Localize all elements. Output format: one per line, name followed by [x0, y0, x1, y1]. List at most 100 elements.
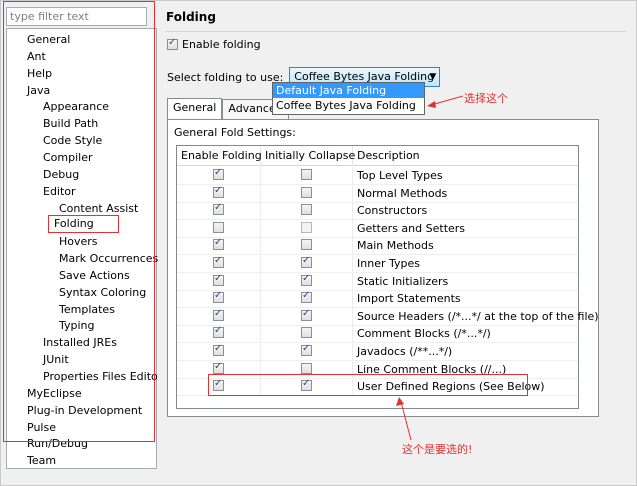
tree-item-properties-files-edito[interactable]: Properties Files Edito — [43, 368, 158, 385]
table-row[interactable]: Comment Blocks (/*...*/) — [177, 325, 578, 343]
preferences-tree: General Ant Help Java Appearance Build Path Co… — [6, 28, 158, 469]
table-row[interactable]: Top Level Types — [177, 167, 578, 184]
table-row[interactable]: Normal Methods — [177, 184, 578, 202]
table-header: Enable Folding Initially Collapse Descri… — [177, 146, 578, 166]
tree-item-editor[interactable]: Editor — [43, 183, 76, 200]
table-row[interactable]: Getters and Setters — [177, 219, 578, 237]
initially-collapse-checkbox[interactable] — [301, 204, 312, 216]
collapse-cell — [261, 325, 353, 343]
tree-item-syntax-coloring[interactable]: Syntax Coloring — [59, 284, 146, 301]
collapse-cell — [261, 272, 353, 290]
table-row[interactable]: Constructors — [177, 202, 578, 220]
table-row[interactable]: Main Methods — [177, 237, 578, 255]
table-row[interactable]: Import Statements — [177, 290, 578, 308]
initially-collapse-checkbox[interactable] — [301, 186, 312, 198]
enable-folding-checkbox[interactable] — [167, 37, 178, 50]
general-settings-label: General Fold Settings: — [174, 126, 296, 139]
enable-folding-checkbox[interactable] — [213, 202, 224, 216]
table-row[interactable]: Static Initializers — [177, 272, 578, 290]
initially-collapse-checkbox[interactable] — [301, 239, 312, 251]
enable-folding-row[interactable]: Enable folding — [167, 37, 261, 51]
enable-folding-label: Enable folding — [182, 38, 261, 51]
tree-item-team[interactable]: Team — [27, 452, 56, 469]
enable-folding-checkbox[interactable] — [213, 221, 224, 233]
tree-item-mark-occurrences[interactable]: Mark Occurrences — [59, 250, 158, 267]
tree-item-myeclipse[interactable]: MyEclipse — [27, 385, 82, 402]
enable-folding-checkbox[interactable] — [213, 255, 224, 268]
description-cell: Getters and Setters — [357, 221, 466, 235]
table-row[interactable]: Javadocs (/**...*/) — [177, 343, 578, 360]
collapse-cell — [261, 167, 353, 184]
annotation-row-text: 这个是要选的! — [402, 443, 473, 456]
tree-item-junit[interactable]: JUnit — [43, 351, 69, 368]
tree-item-save-actions[interactable]: Save Actions — [59, 267, 130, 284]
tree-item-pulse[interactable]: Pulse — [27, 419, 56, 436]
collapse-cell — [261, 219, 353, 237]
initially-collapse-checkbox[interactable] — [301, 308, 312, 321]
header-enable-folding[interactable]: Enable Folding — [177, 146, 262, 166]
enable-folding-checkbox[interactable] — [213, 167, 224, 180]
filter-input[interactable]: type filter text — [6, 7, 147, 26]
tab-general[interactable]: General — [167, 98, 223, 119]
tree-item-build-path[interactable]: Build Path — [43, 115, 98, 132]
initially-collapse-checkbox[interactable] — [301, 255, 312, 268]
initially-collapse-checkbox[interactable] — [301, 169, 312, 180]
tree-item-templates[interactable]: Templates — [59, 301, 115, 318]
enable-folding-checkbox[interactable] — [213, 237, 224, 251]
tree-item-appearance[interactable]: Appearance — [43, 98, 109, 115]
enable-cell — [177, 237, 261, 255]
tree-item-folding[interactable]: Folding — [48, 215, 119, 234]
tree-item-help[interactable]: Help — [27, 65, 52, 82]
enable-cell — [177, 255, 261, 272]
initially-collapse-checkbox[interactable] — [301, 273, 312, 286]
initially-collapse-checkbox[interactable] — [301, 290, 312, 304]
enable-folding-checkbox[interactable] — [213, 325, 224, 339]
enable-folding-checkbox[interactable] — [213, 273, 224, 286]
initially-collapse-checkbox[interactable] — [301, 221, 312, 233]
description-cell: Main Methods — [357, 239, 434, 253]
dropdown-option-default[interactable]: Default Java Folding — [273, 83, 424, 98]
enable-folding-checkbox[interactable] — [213, 343, 224, 356]
initially-collapse-checkbox[interactable] — [301, 378, 312, 392]
folding-dropdown-list: Default Java Folding Coffee Bytes Java F… — [272, 82, 425, 115]
tree-item-code-style[interactable]: Code Style — [43, 132, 102, 149]
initially-collapse-checkbox[interactable] — [301, 362, 312, 374]
tree-item-run-debug[interactable]: Run/Debug — [27, 435, 88, 452]
initially-collapse-checkbox[interactable] — [301, 343, 312, 356]
table-row[interactable]: User Defined Regions (See Below) — [177, 378, 578, 396]
tree-item-java[interactable]: Java — [27, 82, 50, 99]
description-cell: User Defined Regions (See Below) — [357, 380, 545, 394]
enable-folding-checkbox[interactable] — [213, 290, 224, 304]
collapse-cell — [261, 307, 353, 325]
dropdown-option-coffee-bytes[interactable]: Coffee Bytes Java Folding — [273, 98, 424, 113]
tree-item-general[interactable]: General — [27, 31, 70, 48]
enable-folding-checkbox[interactable] — [213, 185, 224, 198]
tree-item-ant[interactable]: Ant — [27, 48, 46, 65]
collapse-cell — [261, 290, 353, 308]
enable-folding-checkbox[interactable] — [213, 361, 224, 374]
collapse-cell — [261, 237, 353, 255]
title-divider — [166, 31, 626, 32]
tree-item-installed-jres[interactable]: Installed JREs — [43, 334, 117, 351]
description-cell: Import Statements — [357, 292, 461, 306]
table-row[interactable]: Inner Types — [177, 255, 578, 272]
tree-item-compiler[interactable]: Compiler — [43, 149, 93, 166]
initially-collapse-checkbox[interactable] — [301, 327, 312, 339]
tree-item-content-assist[interactable]: Content Assist — [59, 200, 138, 217]
tree-item-plug-in-development[interactable]: Plug-in Development — [27, 402, 142, 419]
enable-cell — [177, 360, 261, 378]
header-description[interactable]: Description — [353, 146, 578, 166]
annotation-arrow-row — [396, 397, 412, 441]
description-cell: Source Headers (/*...*/ at the top of th… — [357, 309, 599, 323]
tree-item-typing[interactable]: Typing — [59, 317, 95, 334]
table-row[interactable]: Source Headers (/*...*/ at the top of th… — [177, 307, 599, 325]
enable-folding-checkbox[interactable] — [213, 378, 224, 392]
fold-settings-table: Enable Folding Initially Collapse Descri… — [176, 145, 599, 409]
tree-item-hovers[interactable]: Hovers — [59, 233, 98, 250]
tree-item-debug[interactable]: Debug — [43, 166, 79, 183]
preferences-window: type filter text General Ant Help Java Appea… — [0, 0, 637, 486]
description-cell: Normal Methods — [357, 186, 448, 200]
table-row[interactable]: Line Comment Blocks (//...) — [177, 360, 578, 378]
enable-folding-checkbox[interactable] — [213, 308, 224, 321]
header-initially-collapse[interactable]: Initially Collapse — [261, 146, 355, 166]
